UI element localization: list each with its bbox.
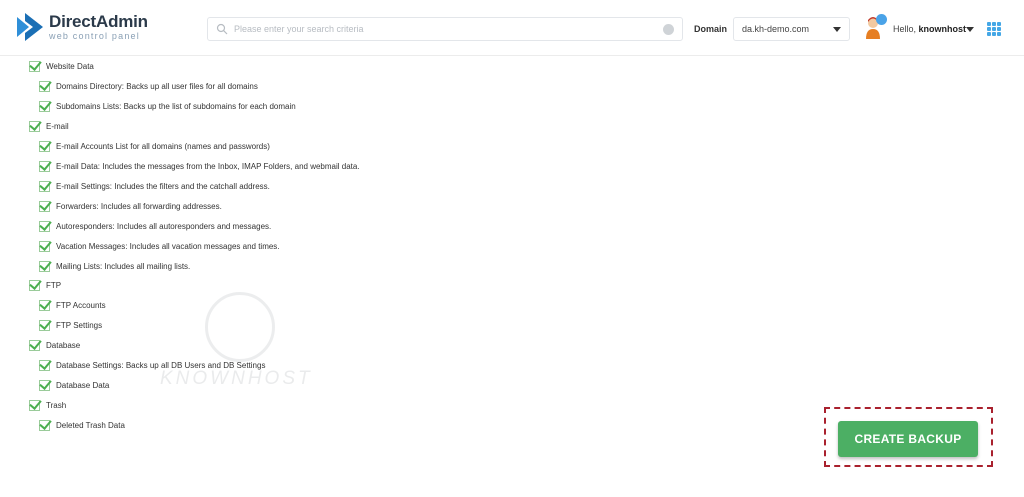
- option-label: Database Data: [56, 380, 110, 390]
- option-email-settings[interactable]: E-mail Settings: Includes the filters an…: [39, 179, 270, 193]
- checkbox[interactable]: [39, 359, 50, 371]
- option-label: E-mail Accounts List for all domains (na…: [56, 141, 270, 151]
- logo-icon: [17, 13, 43, 41]
- logo-title: DirectAdmin: [49, 12, 148, 31]
- option-autoresponders[interactable]: Autoresponders: Includes all autorespond…: [39, 219, 271, 233]
- option-ftp-settings[interactable]: FTP Settings: [39, 318, 102, 332]
- option-vacation-messages[interactable]: Vacation Messages: Includes all vacation…: [39, 239, 280, 253]
- option-label: Forwarders: Includes all forwarding addr…: [56, 201, 222, 211]
- section-label: Database: [46, 340, 81, 350]
- option-label: Domains Directory: Backs up all user fil…: [56, 81, 258, 91]
- checkbox[interactable]: [39, 260, 50, 272]
- section-label: FTP: [46, 280, 62, 290]
- option-deleted-trash-data[interactable]: Deleted Trash Data: [39, 418, 125, 432]
- domain-label: Domain: [694, 24, 728, 34]
- checkbox[interactable]: [29, 60, 40, 72]
- search-box[interactable]: [207, 17, 683, 41]
- watermark-logo-icon: [205, 292, 275, 362]
- checkbox[interactable]: [29, 399, 40, 411]
- section-label: Website Data: [46, 61, 94, 71]
- option-label: Deleted Trash Data: [56, 420, 125, 430]
- section-trash[interactable]: Trash: [29, 398, 66, 412]
- knownhost-watermark: KNOWNHOST: [160, 292, 325, 392]
- option-label: E-mail Settings: Includes the filters an…: [56, 181, 270, 191]
- notification-badge[interactable]: [876, 14, 887, 25]
- option-label: Subdomains Lists: Backs up the list of s…: [56, 101, 296, 111]
- checkbox[interactable]: [39, 299, 50, 311]
- username-text: knownhost: [918, 24, 967, 34]
- search-icon: [216, 23, 228, 35]
- checkbox[interactable]: [39, 100, 50, 112]
- user-greeting[interactable]: Hello, knownhost: [893, 24, 966, 34]
- option-label: Vacation Messages: Includes all vacation…: [56, 241, 280, 251]
- section-email[interactable]: E-mail: [29, 119, 69, 133]
- option-mailing-lists[interactable]: Mailing Lists: Includes all mailing list…: [39, 259, 190, 273]
- checkbox[interactable]: [39, 160, 50, 172]
- checkbox[interactable]: [39, 180, 50, 192]
- option-label: FTP Accounts: [56, 300, 106, 310]
- watermark-text: KNOWNHOST: [160, 368, 313, 389]
- option-forwarders[interactable]: Forwarders: Includes all forwarding addr…: [39, 199, 222, 213]
- user-menu-chevron-icon[interactable]: [966, 27, 974, 32]
- domain-select[interactable]: da.kh-demo.com: [733, 17, 850, 41]
- option-label: E-mail Data: Includes the messages from …: [56, 161, 360, 171]
- directadmin-logo[interactable]: DirectAdmin web control panel: [17, 13, 148, 41]
- logo-subtitle: web control panel: [49, 31, 140, 41]
- checkbox[interactable]: [39, 80, 50, 92]
- option-email-accounts[interactable]: E-mail Accounts List for all domains (na…: [39, 139, 270, 153]
- checkbox[interactable]: [39, 200, 50, 212]
- checkbox[interactable]: [39, 220, 50, 232]
- greeting-text: Hello,: [893, 24, 917, 34]
- section-ftp[interactable]: FTP: [29, 278, 61, 292]
- checkbox[interactable]: [39, 379, 50, 391]
- top-header: DirectAdmin web control panel Domain da.…: [0, 0, 1024, 56]
- section-website-data[interactable]: Website Data: [29, 59, 94, 73]
- checkbox[interactable]: [39, 140, 50, 152]
- option-subdomains-lists[interactable]: Subdomains Lists: Backs up the list of s…: [39, 99, 296, 113]
- option-domains-directory[interactable]: Domains Directory: Backs up all user fil…: [39, 79, 258, 93]
- domain-select-value: da.kh-demo.com: [742, 24, 810, 34]
- search-input[interactable]: [234, 19, 663, 39]
- chevron-down-icon: [833, 26, 841, 32]
- apps-grid-icon[interactable]: [987, 22, 1001, 36]
- checkbox[interactable]: [39, 419, 50, 431]
- option-label: Mailing Lists: Includes all mailing list…: [56, 261, 191, 271]
- option-label: Autoresponders: Includes all autorespond…: [56, 221, 272, 231]
- checkbox[interactable]: [39, 319, 50, 331]
- section-database[interactable]: Database: [29, 338, 80, 352]
- section-label: E-mail: [46, 121, 69, 131]
- option-database-data[interactable]: Database Data: [39, 378, 109, 392]
- option-email-data[interactable]: E-mail Data: Includes the messages from …: [39, 159, 360, 173]
- create-backup-button[interactable]: CREATE BACKUP: [838, 421, 978, 457]
- checkbox[interactable]: [39, 240, 50, 252]
- section-label: Trash: [46, 400, 67, 410]
- globe-icon[interactable]: [663, 23, 674, 35]
- checkbox[interactable]: [29, 279, 40, 291]
- option-label: FTP Settings: [56, 320, 103, 330]
- option-ftp-accounts[interactable]: FTP Accounts: [39, 298, 106, 312]
- checkbox[interactable]: [29, 339, 40, 351]
- checkbox[interactable]: [29, 120, 40, 132]
